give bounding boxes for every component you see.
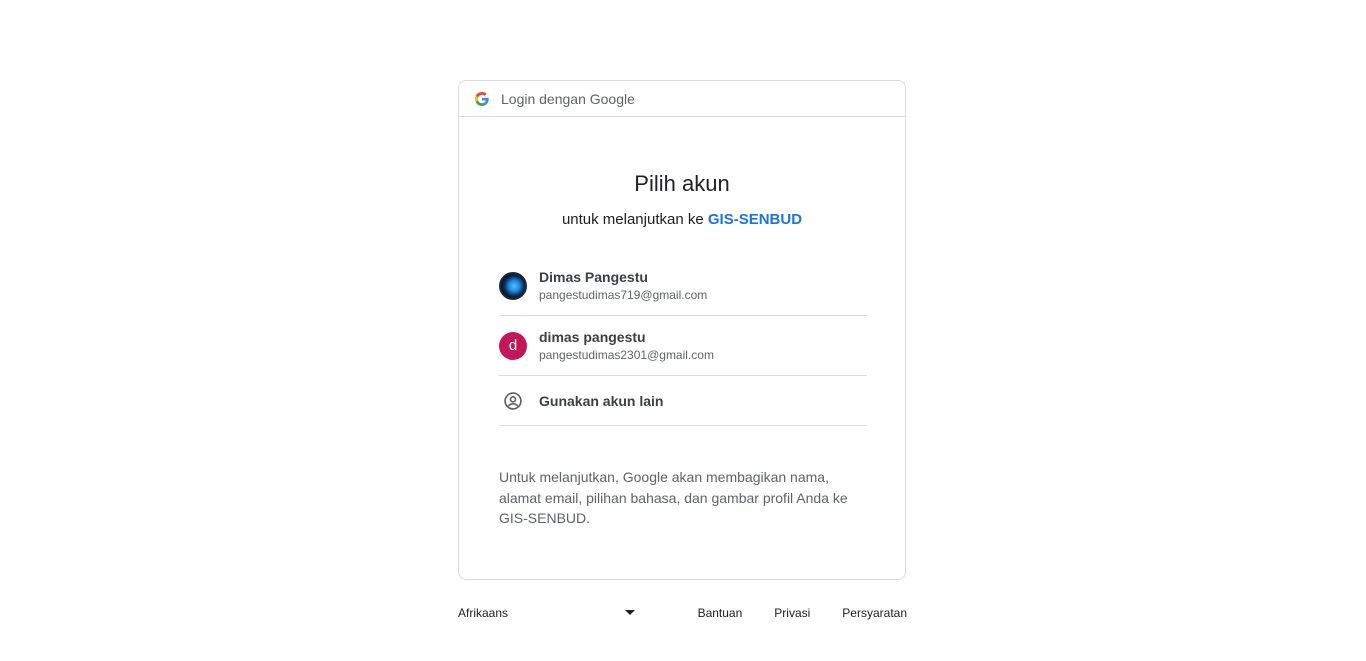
account-circle-icon	[499, 387, 527, 415]
footer-links: Bantuan Privasi Persyaratan	[666, 602, 907, 624]
avatar: d	[499, 331, 527, 360]
page-title: Pilih akun	[634, 171, 730, 196]
use-another-account-label: Gunakan akun lain	[539, 392, 664, 409]
avatar	[499, 271, 527, 300]
account-email: pangestudimas2301@gmail.com	[539, 347, 714, 362]
caret-down-icon	[625, 610, 635, 615]
page: Login dengan Google Pilih akun untuk mel…	[0, 0, 1366, 661]
footer: Afrikaans Bantuan Privasi Persyaratan	[458, 602, 907, 624]
account-name: Dimas Pangestu	[539, 268, 648, 285]
sign-in-card: Login dengan Google Pilih akun untuk mel…	[458, 80, 906, 580]
account-name: dimas pangestu	[539, 328, 646, 345]
header-title: Login dengan Google	[501, 90, 635, 107]
language-selected: Afrikaans	[458, 606, 509, 620]
google-g-icon	[475, 91, 489, 106]
subtitle-prefix: untuk melanjutkan ke	[561, 211, 708, 228]
app-name-link[interactable]: GIS-SENBUD	[708, 211, 802, 228]
privacy-link[interactable]: Privasi	[774, 606, 810, 620]
account-list: Dimas Pangestu pangestudimas719@gmail.co…	[499, 256, 867, 426]
help-link[interactable]: Bantuan	[698, 606, 743, 620]
terms-link[interactable]: Persyaratan	[842, 606, 907, 620]
privacy-disclosure: Untuk melanjutkan, Google akan membagika…	[499, 469, 848, 526]
language-select[interactable]: Afrikaans	[458, 602, 638, 624]
card-header: Login dengan Google	[459, 81, 905, 117]
account-email: pangestudimas719@gmail.com	[539, 287, 708, 302]
use-another-account-button[interactable]: Gunakan akun lain	[499, 376, 867, 426]
page-subtitle: untuk melanjutkan ke GIS-SENBUD	[459, 211, 905, 228]
account-item-1[interactable]: Dimas Pangestu pangestudimas719@gmail.co…	[499, 256, 867, 316]
account-item-2[interactable]: d dimas pangestu pangestudimas2301@gmail…	[499, 316, 867, 376]
